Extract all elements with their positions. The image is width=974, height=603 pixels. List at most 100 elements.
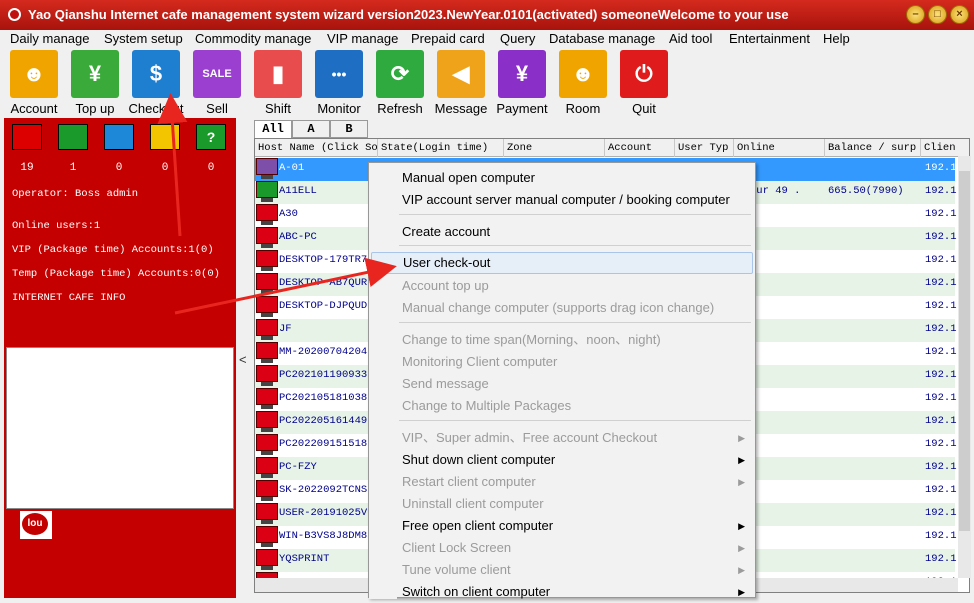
computer-stand (261, 520, 273, 524)
context-menu-item[interactable]: Manual open computer (371, 167, 753, 189)
computer-icon (256, 365, 278, 382)
menu-separator (399, 420, 751, 421)
context-menu: Manual open computer VIP account server m… (368, 162, 756, 599)
client-ip-cell: 192.1 (925, 162, 957, 174)
context-menu-item[interactable]: Create account (371, 221, 753, 243)
col-zone[interactable]: Zone (504, 139, 605, 157)
shift-button[interactable]: ▮ Shift (250, 50, 306, 116)
computer-stand (261, 198, 273, 202)
computer-icon (256, 503, 278, 520)
status-locked-icon[interactable] (104, 124, 134, 150)
computer-stand (261, 313, 273, 317)
quit-label: Quit (632, 101, 656, 116)
col-host-name[interactable]: Host Name (Click So (255, 139, 378, 157)
host-name-cell: MM-202007042048 (279, 346, 374, 358)
reserved-count: 0 (161, 162, 169, 174)
collapse-panel-arrow[interactable]: < (239, 352, 247, 367)
sell-button[interactable]: SALE Sell (189, 50, 245, 116)
context-menu-item[interactable]: VIP account server manual computer / boo… (371, 189, 753, 211)
context-menu-item: Restart client computer ▶ (371, 471, 753, 493)
context-menu-item: Monitoring Client computer (371, 351, 753, 373)
tab-all[interactable]: All (254, 120, 292, 138)
computer-stand (261, 175, 273, 179)
client-ip-cell: 192.1 (925, 461, 957, 473)
context-menu-item: Change to Multiple Packages (371, 395, 753, 417)
host-name-cell: USER-20191025VU (279, 507, 374, 519)
scroll-thumb[interactable] (959, 171, 970, 531)
computer-icon (256, 296, 278, 313)
tab-b[interactable]: B (330, 120, 368, 138)
menu-database-manage[interactable]: Database manage (549, 30, 655, 47)
message-button[interactable]: ◀ Message (433, 50, 489, 116)
context-menu-item: Manual change computer (supports drag ic… (371, 297, 753, 319)
vertical-scrollbar[interactable] (958, 156, 971, 578)
checkout-button[interactable]: $ Checkout (128, 50, 184, 116)
host-name-cell: DESKTOP-DJPQUD5 (279, 300, 374, 312)
status-online-icon[interactable] (58, 124, 88, 150)
computer-stand (261, 382, 273, 386)
host-name-cell: SK-2022092TCNSJ (279, 484, 374, 496)
computer-stand (261, 474, 273, 478)
menu-daily-manage[interactable]: Daily manage (10, 30, 90, 47)
context-menu-item[interactable]: Shut down client computer ▶ (371, 449, 753, 471)
account-button[interactable]: ☻ Account (6, 50, 62, 116)
host-name-cell: A11ELL (279, 185, 317, 197)
status-reserved-icon[interactable] (150, 124, 180, 150)
balance-cell: 665.50(7990) (828, 185, 904, 197)
context-menu-item[interactable]: Free open client computer ▶ (371, 515, 753, 537)
payment-button[interactable]: ¥ Payment (494, 50, 550, 116)
col-client[interactable]: Clien (921, 139, 969, 157)
status-offline-icon[interactable] (12, 124, 42, 150)
host-name-cell: DESKTOP-AB7QURE (279, 277, 374, 289)
menu-query[interactable]: Query (500, 30, 535, 47)
computer-icon (256, 526, 278, 543)
menu-aid-tool[interactable]: Aid tool (669, 30, 712, 47)
context-menu-label: Manual change computer (supports drag ic… (402, 300, 715, 315)
col-user-type[interactable]: User Typ (675, 139, 734, 157)
minimize-button[interactable]: – (906, 5, 925, 24)
maximize-button[interactable]: □ (928, 5, 947, 24)
left-status-panel: ? 19 1 0 0 0 Operator: Boss admin Online… (4, 118, 236, 598)
submenu-arrow-icon: ▶ (738, 587, 745, 597)
window-title: Yao Qianshu Internet cafe management sys… (28, 7, 789, 22)
status-question-icon[interactable]: ? (196, 124, 226, 150)
context-menu-label: Switch on client computer (402, 584, 551, 599)
context-menu-item[interactable]: Switch on client computer ▶ (371, 581, 753, 603)
host-name-cell: PC202205161449 (279, 415, 368, 427)
offline-count: 19 (20, 162, 34, 174)
tab-a[interactable]: A (292, 120, 330, 138)
cafe-info-link[interactable]: INTERNET CAFE INFO (12, 292, 125, 304)
col-balance[interactable]: Balance / surp (825, 139, 921, 157)
computer-stand (261, 566, 273, 570)
computer-icon (256, 434, 278, 451)
menu-entertainment[interactable]: Entertainment (729, 30, 810, 47)
quit-button[interactable]: ⏻ Quit (616, 50, 672, 116)
context-menu-label: Client Lock Screen (402, 540, 512, 555)
menu-vip-manage[interactable]: VIP manage (327, 30, 398, 47)
context-menu-label: Manual open computer (402, 170, 535, 185)
menu-system-setup[interactable]: System setup (104, 30, 183, 47)
top-up-button[interactable]: ¥ Top up (67, 50, 123, 116)
client-ip-cell: 192.1 (925, 369, 957, 381)
client-ip-cell: 192.1 (925, 553, 957, 565)
temp-accounts-text: Temp (Package time) Accounts:0(0) (12, 268, 220, 280)
computer-icon (256, 181, 278, 198)
account-label: Account (10, 101, 58, 116)
monitor-button[interactable]: ••• Monitor (311, 50, 367, 116)
context-menu-item[interactable]: User check-out (371, 252, 753, 274)
close-button[interactable]: × (950, 5, 969, 24)
menu-prepaid-card[interactable]: Prepaid card (411, 30, 485, 47)
checkout-label: Checkout (128, 101, 184, 116)
menu-help[interactable]: Help (823, 30, 850, 47)
context-menu-label: Send message (402, 376, 489, 391)
host-name-cell: ABC-PC (279, 231, 317, 243)
col-online[interactable]: Online (734, 139, 825, 157)
menu-commodity-manage[interactable]: Commodity manage (195, 30, 311, 47)
room-button[interactable]: ☻ Room (555, 50, 611, 116)
computer-icon (256, 158, 278, 175)
col-state[interactable]: State(Login time) (378, 139, 504, 157)
client-ip-cell: 192.1 (925, 231, 957, 243)
client-ip-cell: 192.1 (925, 323, 957, 335)
refresh-button[interactable]: ⟳ Refresh (372, 50, 428, 116)
col-account[interactable]: Account (605, 139, 675, 157)
